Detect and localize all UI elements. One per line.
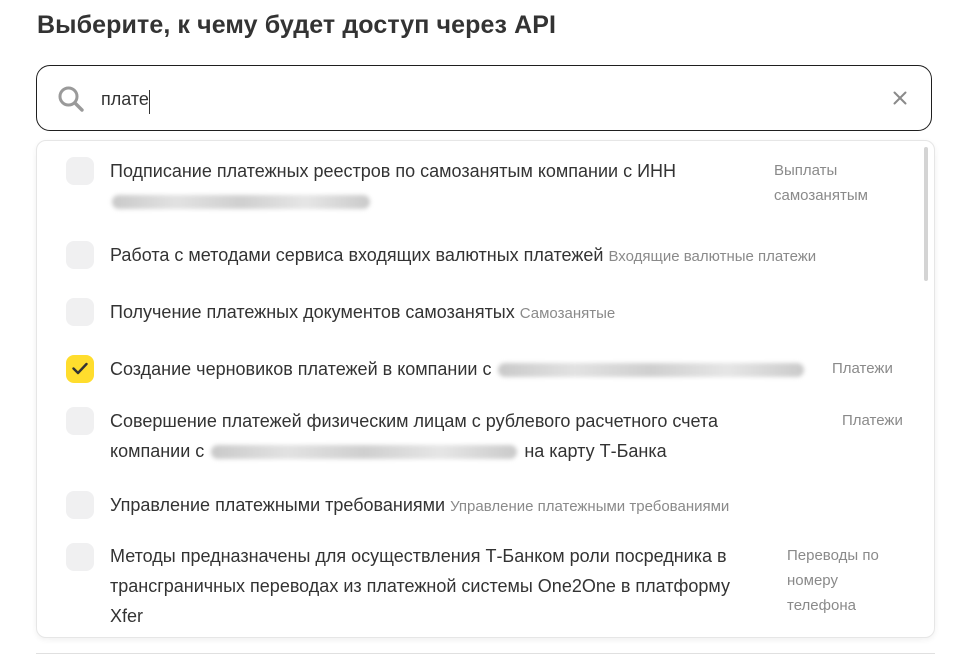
list-item[interactable]: Работа с методами сервиса входящих валют… <box>37 237 917 277</box>
item-label: Методы предназначены для осуществления Т… <box>110 546 730 626</box>
search-icon <box>58 86 84 112</box>
list-item[interactable]: Управление платежными требованиями Управ… <box>37 489 917 529</box>
redacted-value <box>498 363 805 378</box>
list-item[interactable]: Получение платежных документов самозанят… <box>37 294 917 334</box>
search-input[interactable] <box>101 84 861 114</box>
item-category: Платежи <box>842 412 903 429</box>
checkbox[interactable] <box>66 407 94 435</box>
checkbox[interactable] <box>66 543 94 571</box>
checkbox[interactable] <box>66 491 94 519</box>
item-label: Работа с методами сервиса входящих валют… <box>110 245 817 265</box>
item-category: Самозанятые <box>519 305 616 322</box>
list-item[interactable]: Подписание платежных реестров по самозан… <box>37 141 917 221</box>
checkmark-icon <box>72 362 88 375</box>
scrollbar[interactable] <box>924 147 928 281</box>
checkbox[interactable] <box>66 157 94 185</box>
checkbox-checked[interactable] <box>66 355 94 383</box>
list-item[interactable]: Создание черновиков платежей в компании … <box>37 353 917 393</box>
text-caret <box>149 90 150 114</box>
search-box[interactable] <box>36 65 932 131</box>
item-label: Подписание платежных реестров по самозан… <box>110 156 676 216</box>
item-label: Управление платежными требованиями Управ… <box>110 495 730 515</box>
redacted-value <box>112 195 370 210</box>
item-label: Создание черновиков платежей в компании … <box>110 354 806 384</box>
list-item[interactable]: Совершение платежей физическим лицам с р… <box>37 405 917 475</box>
checkbox[interactable] <box>66 298 94 326</box>
divider <box>36 653 935 654</box>
item-label: Совершение платежей физическим лицам с р… <box>110 411 719 461</box>
redacted-value <box>211 445 518 460</box>
item-category: Выплаты самозанятым <box>774 162 868 204</box>
page-title: Выберите, к чему будет доступ через API <box>37 11 557 39</box>
list-item[interactable]: Методы предназначены для осуществления Т… <box>37 540 917 637</box>
checkbox[interactable] <box>66 241 94 269</box>
options-dropdown: Подписание платежных реестров по самозан… <box>36 140 935 638</box>
item-label: Получение платежных документов самозанят… <box>110 302 616 322</box>
item-category: Переводы по номеру телефона <box>787 547 879 614</box>
item-category: Входящие валютные платежи <box>608 248 817 265</box>
close-icon[interactable] <box>893 91 907 105</box>
item-category: Платежи <box>832 360 893 377</box>
item-category: Управление платежными требованиями <box>450 498 730 515</box>
